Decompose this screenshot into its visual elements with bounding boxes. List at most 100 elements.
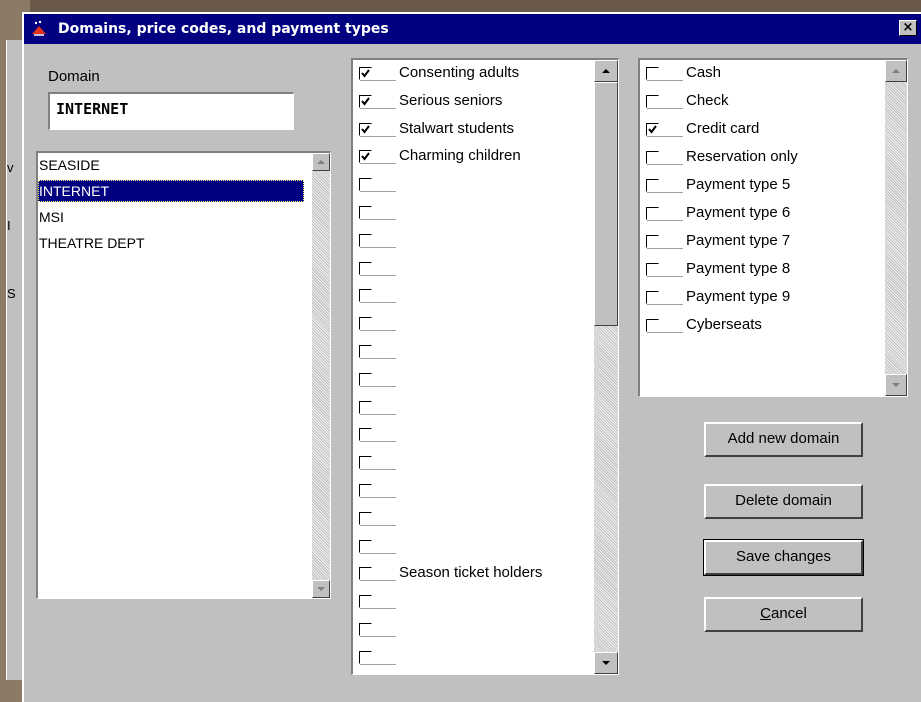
domains-dialog: Domains, price codes, and payment types … bbox=[22, 12, 921, 702]
price-code-row[interactable] bbox=[353, 255, 573, 283]
price-code-row[interactable]: Stalwart students bbox=[353, 116, 573, 144]
payment-type-row[interactable]: Check bbox=[640, 88, 860, 116]
payment-type-row[interactable]: Reservation only bbox=[640, 144, 860, 172]
price-code-row[interactable]: Consenting adults bbox=[353, 60, 573, 88]
checkbox[interactable] bbox=[646, 319, 683, 333]
price-code-row[interactable] bbox=[353, 533, 573, 561]
checkbox-label: Consenting adults bbox=[399, 64, 520, 81]
checkbox[interactable] bbox=[359, 539, 396, 554]
checkbox[interactable] bbox=[359, 567, 396, 582]
price-code-row[interactable] bbox=[353, 449, 573, 477]
cancel-button[interactable]: Cancel bbox=[704, 597, 863, 632]
checkbox[interactable] bbox=[646, 151, 683, 165]
price-code-scrollbar[interactable] bbox=[594, 60, 618, 674]
title-bar[interactable]: Domains, price codes, and payment types … bbox=[24, 14, 921, 44]
checkbox[interactable] bbox=[359, 511, 396, 526]
payment-type-row[interactable]: Cyberseats bbox=[640, 312, 860, 340]
checkbox[interactable] bbox=[359, 400, 396, 415]
checkbox[interactable] bbox=[359, 206, 396, 220]
price-code-row[interactable] bbox=[353, 282, 573, 310]
domain-list-item[interactable]: INTERNET bbox=[38, 180, 304, 202]
payment-type-row[interactable]: Payment type 9 bbox=[640, 284, 860, 312]
scroll-up-button[interactable] bbox=[885, 60, 907, 82]
checkbox[interactable] bbox=[359, 345, 396, 359]
checkbox[interactable] bbox=[646, 235, 683, 249]
checkbox[interactable] bbox=[359, 67, 396, 81]
background-edge-char: S bbox=[7, 286, 16, 301]
cancel-label: ancel bbox=[770, 605, 807, 622]
checkbox[interactable] bbox=[359, 150, 396, 165]
price-code-row[interactable] bbox=[353, 310, 573, 338]
checkbox[interactable] bbox=[359, 595, 396, 610]
domain-name-field[interactable]: INTERNET bbox=[48, 92, 294, 130]
checkbox[interactable] bbox=[646, 263, 683, 277]
payment-type-scrollbar[interactable] bbox=[885, 60, 907, 396]
checkbox[interactable] bbox=[359, 650, 396, 665]
price-code-row[interactable] bbox=[353, 171, 573, 199]
payment-type-row[interactable]: Credit card bbox=[640, 116, 860, 144]
checkbox[interactable] bbox=[359, 178, 396, 193]
checkmark-icon bbox=[361, 124, 370, 134]
checkbox[interactable] bbox=[359, 372, 396, 387]
scroll-down-button[interactable] bbox=[885, 374, 907, 396]
payment-type-row[interactable]: Payment type 8 bbox=[640, 256, 860, 284]
background-edge-char: v bbox=[7, 160, 14, 175]
checkbox[interactable] bbox=[359, 623, 396, 637]
checkbox[interactable] bbox=[646, 291, 683, 305]
domain-list[interactable]: SEASIDE INTERNET MSI THEATRE DEPT bbox=[36, 151, 331, 599]
price-code-row[interactable] bbox=[353, 338, 573, 366]
price-code-row[interactable] bbox=[353, 644, 573, 672]
close-button[interactable]: × bbox=[899, 20, 917, 36]
payment-type-row[interactable]: Cash bbox=[640, 60, 860, 88]
checkbox[interactable] bbox=[359, 94, 396, 109]
checkbox[interactable] bbox=[359, 456, 396, 471]
price-code-row[interactable]: Season ticket holders bbox=[353, 560, 573, 588]
price-code-row[interactable]: Serious seniors bbox=[353, 88, 573, 116]
checkbox[interactable] bbox=[646, 95, 683, 109]
checkbox[interactable] bbox=[359, 428, 396, 443]
payment-type-row[interactable]: Payment type 7 bbox=[640, 228, 860, 256]
checkbox[interactable] bbox=[359, 289, 396, 304]
cancel-accelerator: C bbox=[760, 605, 771, 622]
domain-list-item[interactable]: SEASIDE bbox=[38, 154, 304, 176]
domain-list-item[interactable]: THEATRE DEPT bbox=[38, 232, 304, 254]
checkbox[interactable] bbox=[646, 123, 683, 137]
scroll-down-icon bbox=[317, 587, 325, 591]
checkbox[interactable] bbox=[359, 317, 396, 332]
scroll-up-icon bbox=[892, 69, 900, 73]
price-code-row[interactable] bbox=[353, 588, 573, 616]
scroll-down-icon bbox=[892, 383, 900, 387]
price-code-row[interactable] bbox=[353, 477, 573, 505]
delete-domain-button[interactable]: Delete domain bbox=[704, 484, 863, 519]
scroll-down-button[interactable] bbox=[594, 652, 618, 674]
checkbox[interactable] bbox=[359, 233, 396, 248]
scroll-down-icon bbox=[602, 661, 610, 665]
checkbox[interactable] bbox=[646, 67, 683, 81]
price-code-row[interactable] bbox=[353, 199, 573, 227]
price-code-row[interactable] bbox=[353, 366, 573, 394]
price-code-row[interactable]: Charming children bbox=[353, 143, 573, 171]
checkbox[interactable] bbox=[359, 484, 396, 498]
payment-type-row[interactable]: Payment type 5 bbox=[640, 172, 860, 200]
domain-list-scrollbar[interactable] bbox=[312, 153, 330, 598]
checkbox[interactable] bbox=[646, 179, 683, 193]
scroll-up-button[interactable] bbox=[594, 60, 618, 82]
domain-list-item[interactable]: MSI bbox=[38, 206, 304, 228]
scroll-thumb[interactable] bbox=[594, 82, 618, 326]
checkbox-label: Cash bbox=[686, 64, 722, 81]
add-new-domain-button[interactable]: Add new domain bbox=[704, 422, 863, 457]
price-code-row[interactable] bbox=[353, 421, 573, 449]
checkbox[interactable] bbox=[359, 122, 396, 137]
price-code-row[interactable] bbox=[353, 616, 573, 644]
scroll-up-button[interactable] bbox=[312, 153, 330, 171]
price-code-row[interactable] bbox=[353, 227, 573, 255]
save-changes-button[interactable]: Save changes bbox=[703, 539, 864, 576]
payment-type-row[interactable]: Payment type 6 bbox=[640, 200, 860, 228]
checkbox[interactable] bbox=[359, 261, 396, 276]
payment-type-list[interactable]: Cash Check Credit card Reservation only Paym… bbox=[638, 58, 908, 397]
price-code-list[interactable]: Consenting adults Serious seniors Stalwart… bbox=[351, 58, 619, 675]
scroll-down-button[interactable] bbox=[312, 580, 330, 598]
checkbox[interactable] bbox=[646, 207, 683, 221]
price-code-row[interactable] bbox=[353, 394, 573, 422]
price-code-row[interactable] bbox=[353, 505, 573, 533]
